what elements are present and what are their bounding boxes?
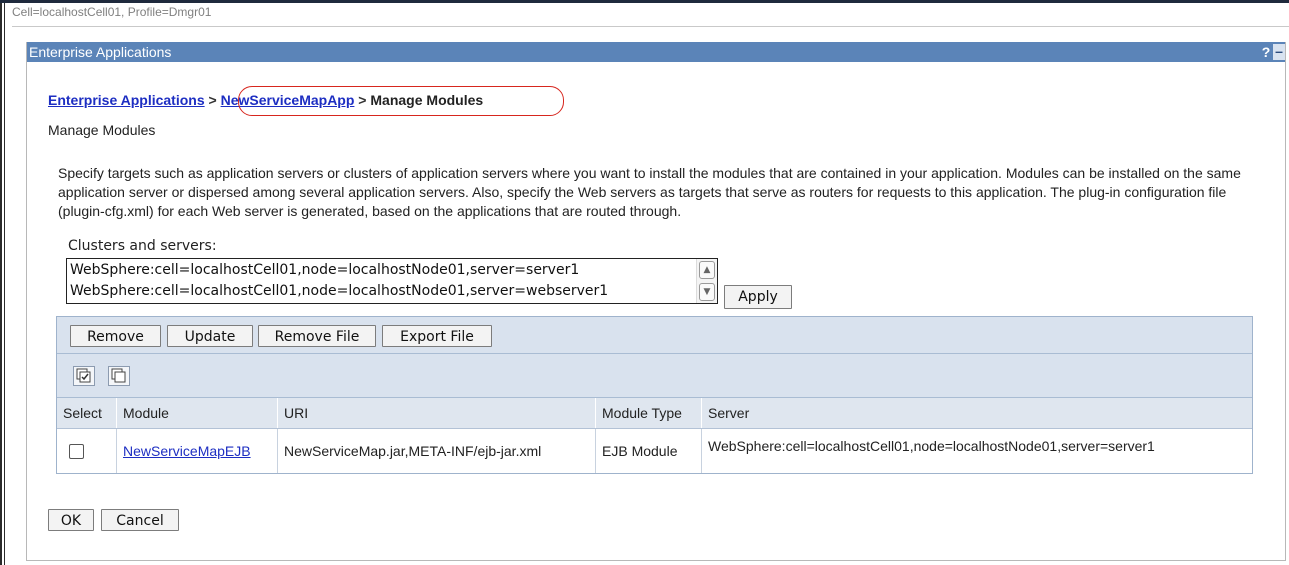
export-file-button[interactable]: Export File xyxy=(382,325,492,347)
listbox-scrollbar[interactable]: ▲ ▼ xyxy=(696,259,717,303)
page-description: Specify targets such as application serv… xyxy=(58,165,1241,219)
apply-button[interactable]: Apply xyxy=(724,285,792,309)
cell-profile-text: Cell=localhostCell01, Profile=Dmgr01 xyxy=(12,5,212,19)
column-header-server: Server xyxy=(708,405,750,421)
server-cell: WebSphere:cell=localhostCell01,node=loca… xyxy=(708,438,1155,454)
page-title: Manage Modules xyxy=(48,122,156,138)
breadcrumb: Enterprise Applications > NewServiceMapA… xyxy=(48,91,483,109)
module-cell: NewServiceMapEJB xyxy=(117,429,278,473)
update-button[interactable]: Update xyxy=(167,325,253,347)
breadcrumb-current: Manage Modules xyxy=(370,92,484,108)
select-cell xyxy=(57,429,117,473)
clusters-and-servers-listbox[interactable]: WebSphere:cell=localhostCell01,node=loca… xyxy=(66,258,718,304)
top-border xyxy=(0,0,1289,3)
server-option[interactable]: WebSphere:cell=localhostCell01,node=loca… xyxy=(67,260,700,280)
left-edge-bars xyxy=(0,0,6,565)
module-link[interactable]: NewServiceMapEJB xyxy=(123,443,251,459)
column-header-uri: URI xyxy=(278,398,596,428)
cancel-button[interactable]: Cancel xyxy=(101,509,179,531)
uri-cell: NewServiceMap.jar,META-INF/ejb-jar.xml xyxy=(278,429,596,473)
row-select-checkbox[interactable] xyxy=(69,444,84,459)
divider xyxy=(12,26,1289,27)
column-header-module-type: Module Type xyxy=(596,398,702,428)
column-header-select: Select xyxy=(57,398,117,428)
portlet-title: Enterprise Applications xyxy=(29,44,172,60)
table-row: NewServiceMapEJB NewServiceMap.jar,META-… xyxy=(57,429,1252,473)
server-option[interactable]: WebSphere:cell=localhostCell01,node=loca… xyxy=(67,281,700,301)
breadcrumb-separator: > xyxy=(354,92,371,108)
deselect-all-icon[interactable] xyxy=(108,366,130,386)
breadcrumb-newservicemapapp[interactable]: NewServiceMapApp xyxy=(221,92,355,108)
scroll-down-icon[interactable]: ▼ xyxy=(699,283,715,301)
table-toolbar: Remove Update Remove File Export File xyxy=(57,317,1252,354)
deselect-all-icon-graphic xyxy=(111,368,126,383)
left-edge-bar xyxy=(4,0,5,565)
breadcrumb-separator: > xyxy=(204,92,221,108)
help-icon[interactable]: ? xyxy=(1261,42,1271,62)
portlet-title-bar: Enterprise Applications ? – xyxy=(27,42,1285,62)
minimize-icon[interactable]: – xyxy=(1273,44,1285,60)
cell-profile-bar: Cell=localhostCell01, Profile=Dmgr01 xyxy=(12,4,1289,27)
select-all-icon-graphic xyxy=(76,368,91,383)
selection-toolbar xyxy=(57,354,1252,398)
breadcrumb-enterprise-applications[interactable]: Enterprise Applications xyxy=(48,92,205,108)
left-edge-bar xyxy=(0,0,2,565)
modules-table: Remove Update Remove File Export File Se… xyxy=(56,316,1253,474)
column-header-module: Module xyxy=(117,398,278,428)
clusters-and-servers-label: Clusters and servers: xyxy=(68,238,217,254)
remove-file-button[interactable]: Remove File xyxy=(258,325,376,347)
table-header: Select Module URI Module Type Server xyxy=(57,398,1252,429)
scroll-up-icon[interactable]: ▲ xyxy=(699,261,715,279)
remove-button[interactable]: Remove xyxy=(70,325,161,347)
ok-button[interactable]: OK xyxy=(48,509,94,531)
module-type-cell: EJB Module xyxy=(596,429,702,473)
select-all-icon[interactable] xyxy=(73,366,95,386)
